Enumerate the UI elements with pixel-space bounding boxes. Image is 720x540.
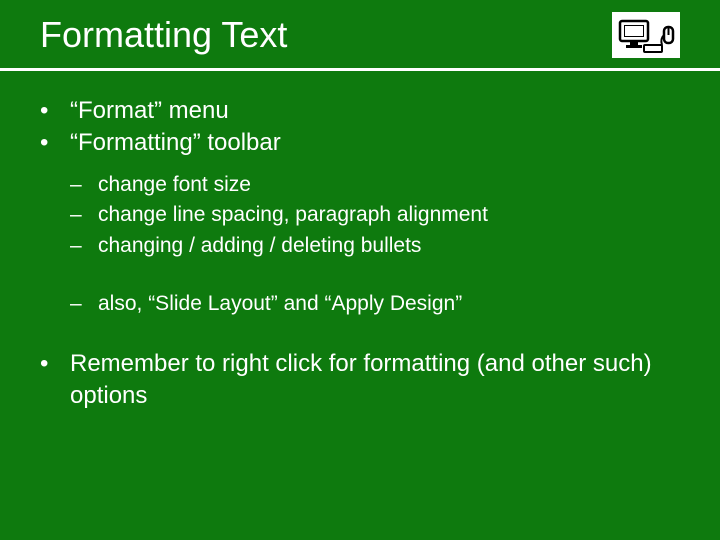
bullet-text: Remember to right click for formatting (… bbox=[70, 348, 680, 413]
slide-title: Formatting Text bbox=[40, 14, 287, 56]
sub-text: changing / adding / deleting bullets bbox=[98, 231, 421, 261]
dash-mark: – bbox=[70, 231, 98, 261]
slide-header: Formatting Text bbox=[0, 0, 720, 71]
list-item: – change font size bbox=[70, 170, 680, 200]
list-item: • “Formatting” toolbar bbox=[40, 127, 680, 159]
list-item: – changing / adding / deleting bullets bbox=[70, 231, 680, 261]
spacer bbox=[40, 330, 680, 348]
dash-mark: – bbox=[70, 289, 98, 319]
spacer bbox=[70, 261, 680, 289]
slide-content: • “Format” menu • “Formatting” toolbar –… bbox=[0, 71, 720, 436]
list-item: – also, “Slide Layout” and “Apply Design… bbox=[70, 289, 680, 319]
bullet-mark: • bbox=[40, 127, 70, 159]
bullet-list: • “Format” menu • “Formatting” toolbar –… bbox=[40, 95, 680, 412]
list-item: – change line spacing, paragraph alignme… bbox=[70, 200, 680, 230]
sub-list: – change font size – change line spacing… bbox=[70, 170, 680, 320]
sub-text: change font size bbox=[98, 170, 251, 200]
list-item: • “Format” menu bbox=[40, 95, 680, 127]
sub-text: change line spacing, paragraph alignment bbox=[98, 200, 488, 230]
sub-list-container: – change font size – change line spacing… bbox=[40, 170, 680, 320]
bullet-text: “Format” menu bbox=[70, 95, 229, 127]
sub-text: also, “Slide Layout” and “Apply Design” bbox=[98, 289, 462, 319]
computer-mouse-icon bbox=[612, 12, 680, 58]
dash-mark: – bbox=[70, 200, 98, 230]
bullet-mark: • bbox=[40, 348, 70, 380]
list-item: • Remember to right click for formatting… bbox=[40, 348, 680, 413]
bullet-text: “Formatting” toolbar bbox=[70, 127, 281, 159]
bullet-mark: • bbox=[40, 95, 70, 127]
dash-mark: – bbox=[70, 170, 98, 200]
